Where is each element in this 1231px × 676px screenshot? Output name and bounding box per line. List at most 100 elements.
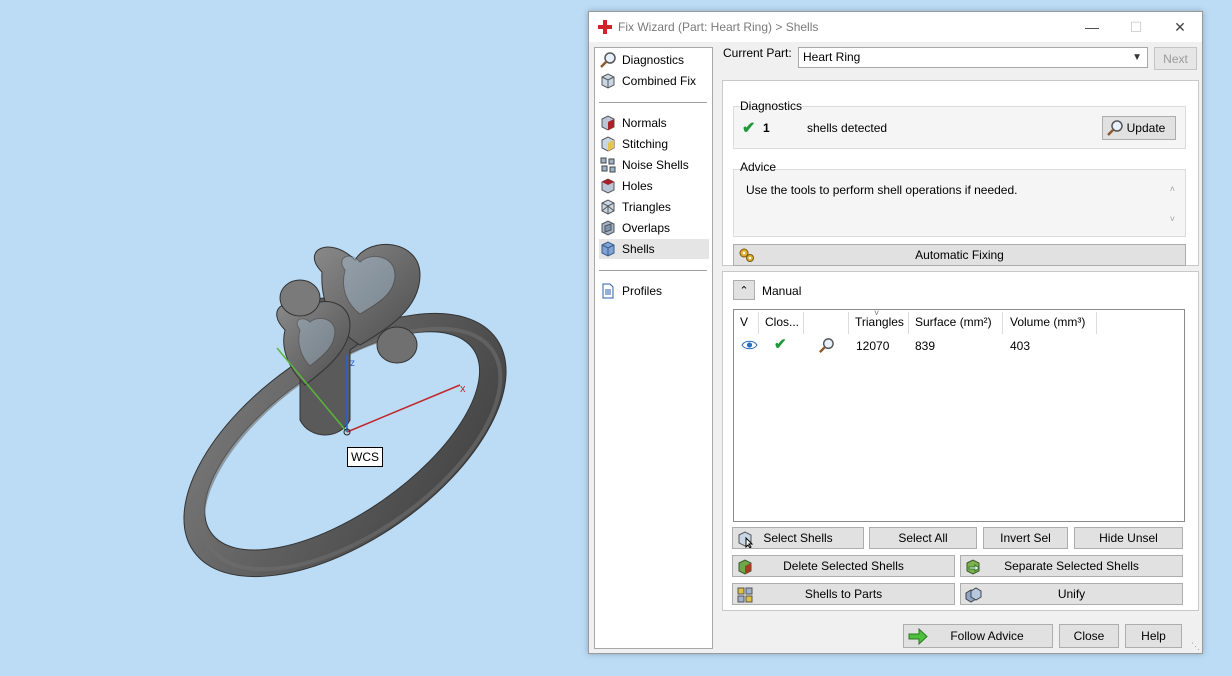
noise-shells-icon — [600, 157, 616, 173]
col-header-volume[interactable]: Volume (mm³) — [1010, 314, 1085, 334]
update-button[interactable]: Update — [1102, 116, 1176, 140]
next-button[interactable]: Next — [1154, 47, 1197, 70]
cell-triangles: 12070 — [856, 339, 890, 353]
zoom-to-shell-icon[interactable] — [818, 337, 835, 354]
nav-label: Noise Shells — [622, 158, 689, 172]
nav-item-shells[interactable]: Shells — [599, 239, 709, 259]
shells-table[interactable]: V Clos... ˅ Triangles Surface (mm²) Volu… — [733, 308, 1185, 522]
nav-item-holes[interactable]: Holes — [599, 176, 709, 196]
minimize-button[interactable]: — — [1070, 12, 1114, 42]
shell-count: 1 — [763, 121, 770, 135]
column-divider — [908, 312, 909, 334]
shells-detected-text: shells detected — [807, 121, 888, 135]
resize-grip-icon[interactable]: ⋱ — [1191, 641, 1200, 652]
cell-surface: 839 — [915, 339, 936, 353]
nav-item-stitching[interactable]: Stitching — [599, 134, 709, 154]
shells-to-parts-button[interactable]: Shells to Parts — [732, 583, 955, 605]
holes-cube-icon — [601, 178, 615, 194]
nav-label: Shells — [622, 242, 655, 256]
current-part-label: Current Part: — [723, 46, 792, 60]
nav-label: Overlaps — [622, 221, 671, 235]
title-bar[interactable]: Fix Wizard (Part: Heart Ring) > Shells —… — [589, 12, 1202, 42]
fix-wizard-window: Fix Wizard (Part: Heart Ring) > Shells —… — [588, 11, 1203, 654]
advice-text: Use the tools to perform shell operation… — [746, 183, 1018, 197]
chevron-down-icon: ▼ — [1132, 52, 1142, 63]
z-axis-label: z — [350, 358, 355, 369]
nav-item-diagnostics[interactable]: Diagnostics — [599, 50, 709, 70]
column-divider — [1096, 312, 1097, 334]
invert-sel-button[interactable]: Invert Sel — [983, 527, 1068, 549]
wcs-label: WCS — [347, 447, 383, 467]
nav-item-combined-fix[interactable]: Combined Fix — [599, 71, 709, 91]
arrow-right-icon — [908, 628, 928, 645]
select-shells-label: Select Shells — [763, 531, 833, 545]
col-header-visible[interactable]: V — [740, 314, 748, 334]
window-title: Fix Wizard (Part: Heart Ring) > Shells — [618, 20, 819, 34]
triangles-cube-icon — [601, 199, 615, 215]
eye-icon[interactable] — [741, 339, 758, 351]
current-part-select[interactable]: Heart Ring ▼ — [798, 47, 1148, 68]
magnifier-icon — [600, 52, 616, 68]
hide-unsel-button[interactable]: Hide Unsel — [1074, 527, 1183, 549]
collapse-manual-button[interactable]: ⌃ — [733, 280, 755, 300]
select-shells-button[interactable]: Select Shells — [732, 527, 864, 549]
unify-label: Unify — [1057, 587, 1086, 601]
nav-item-normals[interactable]: Normals — [599, 113, 709, 133]
column-divider — [758, 312, 759, 334]
nav-label: Combined Fix — [622, 74, 697, 88]
nav-label: Normals — [622, 116, 667, 130]
scroll-up-icon[interactable]: ˄ — [1170, 184, 1175, 194]
unify-icon — [965, 587, 982, 603]
col-header-closed[interactable]: Clos... — [765, 314, 799, 334]
red-cross-icon — [598, 20, 612, 34]
col-header-surface[interactable]: Surface (mm²) — [915, 314, 992, 334]
nav-label: Holes — [622, 179, 653, 193]
follow-advice-button[interactable]: Follow Advice — [903, 624, 1053, 648]
current-part-value: Heart Ring — [803, 50, 861, 64]
scroll-down-icon[interactable]: ˅ — [1170, 214, 1175, 224]
cell-volume: 403 — [1010, 339, 1031, 353]
nav-item-overlaps[interactable]: Overlaps — [599, 218, 709, 238]
normals-cube-icon — [601, 115, 615, 131]
advice-group: Use the tools to perform shell operation… — [733, 169, 1186, 237]
automatic-fixing-button[interactable]: Automatic Fixing — [733, 244, 1186, 266]
nav-item-profiles[interactable]: Profiles — [599, 281, 709, 301]
shells-to-parts-icon — [737, 587, 753, 603]
diagnostics-panel: ✔ 1 shells detected Update Diagnostics U… — [722, 80, 1199, 266]
close-window-button[interactable]: ✕ — [1158, 12, 1202, 42]
nav-label: Triangles — [622, 200, 671, 214]
maximize-button[interactable]: ☐ — [1114, 12, 1158, 42]
automatic-fixing-label: Automatic Fixing — [915, 248, 1004, 262]
ring-model: x z — [183, 244, 507, 578]
stitching-cube-icon — [601, 136, 615, 152]
nav-item-triangles[interactable]: Triangles — [599, 197, 709, 217]
nav-separator — [599, 270, 707, 271]
delete-shell-icon — [738, 559, 752, 575]
help-button[interactable]: Help — [1125, 624, 1182, 648]
advice-title: Advice — [740, 160, 777, 174]
nav-item-noise-shells[interactable]: Noise Shells — [599, 155, 709, 175]
close-button[interactable]: Close — [1059, 624, 1119, 648]
select-shells-icon — [738, 531, 754, 548]
nav-label: Stitching — [622, 137, 669, 151]
select-all-button[interactable]: Select All — [869, 527, 977, 549]
follow-advice-label: Follow Advice — [950, 629, 1024, 643]
nav-label: Profiles — [622, 284, 663, 298]
diagnostics-title: Diagnostics — [740, 99, 803, 113]
3d-viewport[interactable]: x z WCS — [0, 0, 590, 673]
check-icon: ✔ — [742, 120, 756, 137]
separate-selected-label: Separate Selected Shells — [1004, 559, 1139, 573]
nav-separator — [599, 102, 707, 103]
shells-to-parts-label: Shells to Parts — [804, 587, 883, 601]
table-row[interactable]: ✔ 12070 839 403 — [734, 336, 1184, 356]
separate-selected-shells-button[interactable]: Separate Selected Shells — [960, 555, 1183, 577]
unify-button[interactable]: Unify — [960, 583, 1183, 605]
col-header-triangles[interactable]: Triangles — [855, 314, 904, 334]
fix-wizard-nav: Diagnostics Combined Fix Normals Stitchi… — [594, 47, 713, 649]
column-divider — [1002, 312, 1003, 334]
delete-selected-shells-button[interactable]: Delete Selected Shells — [732, 555, 955, 577]
gears-icon — [739, 248, 754, 262]
manual-label: Manual — [762, 284, 802, 298]
nav-label: Diagnostics — [622, 53, 685, 67]
delete-selected-label: Delete Selected Shells — [783, 559, 904, 573]
